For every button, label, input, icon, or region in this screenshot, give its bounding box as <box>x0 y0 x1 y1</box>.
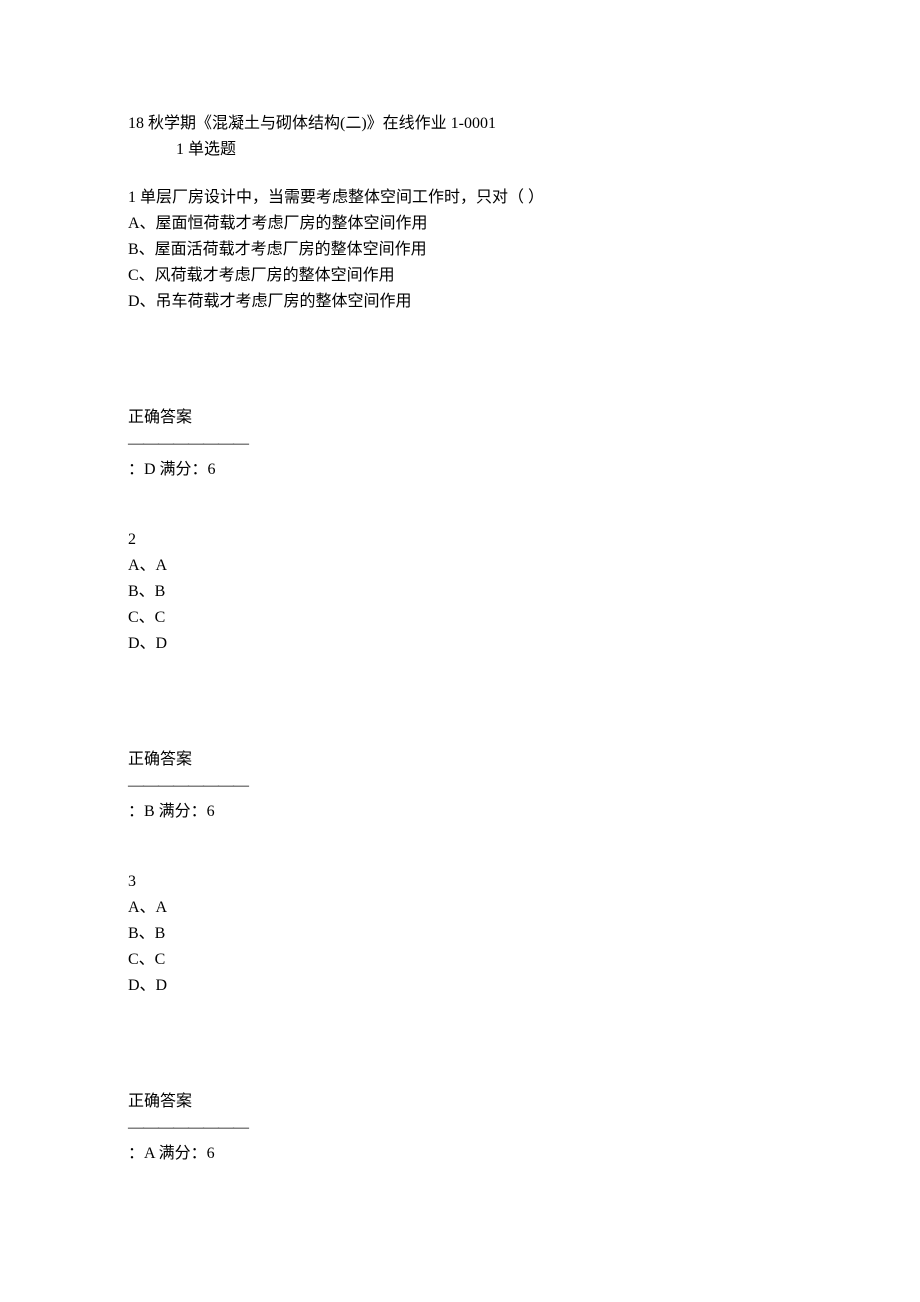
section-header: 1 单选题 <box>128 138 792 162</box>
question-stem: 1 单层厂房设计中，当需要考虑整体空间工作时，只对（ ） <box>128 186 792 210</box>
question-text: 单层厂房设计中，当需要考虑整体空间工作时，只对（ ） <box>136 189 544 206</box>
answer-value: ：D 满分：6 <box>128 458 792 482</box>
divider: ———————— <box>128 432 792 456</box>
question-number: 2 <box>128 528 792 552</box>
divider: ———————— <box>128 774 792 798</box>
answer-label: 正确答案 <box>128 406 792 430</box>
option-b: B、B <box>128 922 792 946</box>
option-b: B、屋面活荷载才考虑厂房的整体空间作用 <box>128 238 792 262</box>
answer-value: ：A 满分：6 <box>128 1142 792 1166</box>
question-number: 3 <box>128 870 792 894</box>
document-title: 18 秋学期《混凝土与砌体结构(二)》在线作业 1-0001 <box>128 112 792 136</box>
page: 18 秋学期《混凝土与砌体结构(二)》在线作业 1-0001 1 单选题 1 单… <box>0 0 920 1302</box>
option-a: A、A <box>128 896 792 920</box>
option-d: D、D <box>128 632 792 656</box>
option-d: D、D <box>128 974 792 998</box>
option-a: A、屋面恒荷载才考虑厂房的整体空间作用 <box>128 212 792 236</box>
question-block: 1 单层厂房设计中，当需要考虑整体空间工作时，只对（ ） A、屋面恒荷载才考虑厂… <box>128 186 792 482</box>
option-d: D、吊车荷载才考虑厂房的整体空间作用 <box>128 290 792 314</box>
option-c: C、风荷载才考虑厂房的整体空间作用 <box>128 264 792 288</box>
answer-label: 正确答案 <box>128 748 792 772</box>
option-c: C、C <box>128 948 792 972</box>
question-block: 3 A、A B、B C、C D、D 正确答案 ———————— ：A 满分：6 <box>128 870 792 1166</box>
question-number: 1 <box>128 189 136 206</box>
answer-label: 正确答案 <box>128 1090 792 1114</box>
answer-value: ：B 满分：6 <box>128 800 792 824</box>
question-block: 2 A、A B、B C、C D、D 正确答案 ———————— ：B 满分：6 <box>128 528 792 824</box>
option-c: C、C <box>128 606 792 630</box>
option-a: A、A <box>128 554 792 578</box>
divider: ———————— <box>128 1116 792 1140</box>
option-b: B、B <box>128 580 792 604</box>
